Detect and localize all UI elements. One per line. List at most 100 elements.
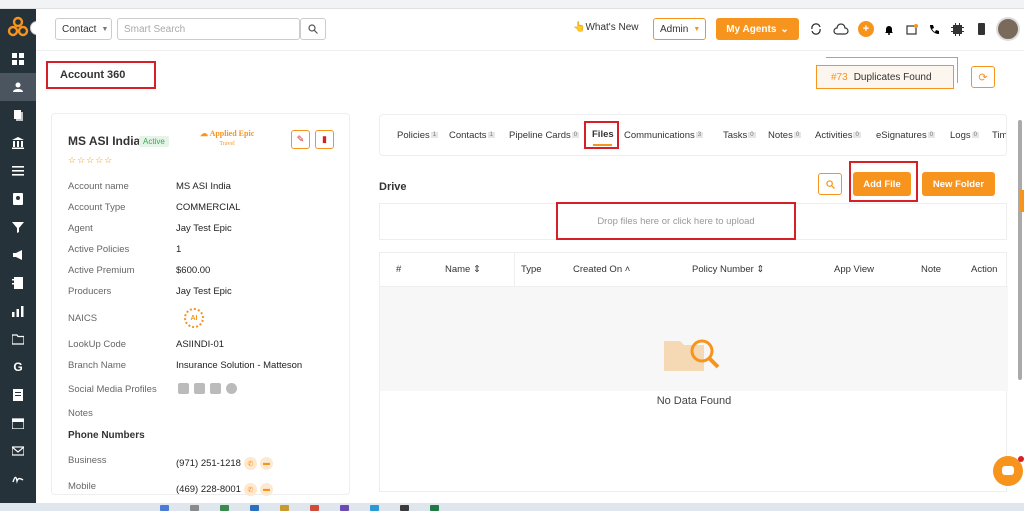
delete-button[interactable]: ▮ <box>315 130 334 149</box>
taskbar-app-icon[interactable] <box>280 505 289 511</box>
tab-activities[interactable]: Activities 0 <box>815 130 861 141</box>
tab-count: 3 <box>695 132 704 139</box>
smart-search-input[interactable]: Smart Search <box>117 18 300 40</box>
column-header-label: Name <box>445 264 471 275</box>
tab-label: Logs <box>950 130 971 141</box>
field-label: Agent <box>68 223 93 234</box>
call-icon[interactable]: ✆ <box>243 457 257 470</box>
cloud-upload-icon[interactable] <box>832 22 850 36</box>
taskbar-app-icon[interactable] <box>220 505 229 511</box>
facebook-icon[interactable] <box>194 383 205 394</box>
whats-new-link[interactable]: 👆What's New <box>573 22 639 33</box>
tab-logs[interactable]: Logs 0 <box>950 130 979 141</box>
phone-number[interactable]: (971) 251-1218 <box>176 458 241 469</box>
search-icon <box>308 24 318 34</box>
edit-button[interactable]: ✎ <box>291 130 310 149</box>
phone-icon[interactable] <box>927 22 941 36</box>
mail-icon[interactable] <box>0 437 36 465</box>
tab-pipeline-cards[interactable]: Pipeline Cards 0 <box>509 130 580 141</box>
twitter-icon[interactable] <box>210 383 221 394</box>
globe-icon[interactable] <box>226 383 237 394</box>
taskbar-app-icon[interactable] <box>310 505 319 511</box>
dropzone-text[interactable]: Drop files here or click here to upload <box>556 216 796 227</box>
megaphone-icon[interactable] <box>0 241 36 269</box>
list-icon[interactable] <box>0 157 36 185</box>
notebook-icon[interactable] <box>0 269 36 297</box>
sheet-icon[interactable] <box>0 381 36 409</box>
duplicates-found-button[interactable]: #73 Duplicates Found <box>816 65 954 89</box>
funnel-icon[interactable] <box>0 213 36 241</box>
google-icon[interactable]: G <box>0 353 36 381</box>
chat-icon[interactable]: ▬ <box>259 483 273 496</box>
my-agents-button[interactable]: My Agents ⌄ <box>716 18 799 40</box>
bell-icon[interactable] <box>882 22 896 36</box>
tab-esignatures[interactable]: eSignatures 0 <box>876 130 936 141</box>
field-label: LookUp Code <box>68 339 127 350</box>
tab-tasks[interactable]: Tasks 0 <box>723 130 756 141</box>
signature-icon[interactable] <box>0 465 36 493</box>
taskbar-app-icon[interactable] <box>190 505 199 511</box>
module-select-value: Contact <box>62 23 97 35</box>
linkedin-icon[interactable] <box>178 383 189 394</box>
add-file-button[interactable]: Add File <box>853 172 911 196</box>
hand-pointer-icon: 👆 <box>573 22 586 33</box>
tab-contacts[interactable]: Contacts 1 <box>449 130 495 141</box>
field-value: ASIINDI-01 <box>176 339 225 350</box>
chevron-down-icon: ▼ <box>101 25 109 33</box>
chevron-down-icon: ⌄ <box>780 23 789 35</box>
column-header-created-on[interactable]: Created On ˄ <box>573 264 630 275</box>
files-table: # Name ⇕ Type Created On ˄ Policy Number… <box>379 252 1008 492</box>
taskbar-app-icon[interactable] <box>370 505 379 511</box>
reports-icon[interactable] <box>0 297 36 325</box>
tab-files[interactable]: Files <box>592 129 614 140</box>
avatar[interactable] <box>996 17 1020 41</box>
column-header-label: Policy Number <box>692 264 754 275</box>
sync-icon[interactable] <box>809 22 823 36</box>
chat-icon[interactable]: ▬ <box>259 457 273 470</box>
page-scrollbar[interactable] <box>1018 120 1022 380</box>
phone-number[interactable]: (469) 228-8001 <box>176 484 241 495</box>
drive-search-button[interactable] <box>818 173 842 195</box>
taskbar-app-icon[interactable] <box>430 505 439 511</box>
tab-count: 1 <box>430 132 439 139</box>
role-select[interactable]: Admin ▼ <box>653 18 706 40</box>
tab-notes[interactable]: Notes 0 <box>768 130 802 141</box>
folder-icon[interactable] <box>0 325 36 353</box>
side-feedback-tab[interactable] <box>1020 190 1024 212</box>
call-icon[interactable]: ✆ <box>243 483 257 496</box>
inbox-icon[interactable] <box>905 22 919 36</box>
rating-stars[interactable]: ☆☆☆☆☆ <box>68 155 113 166</box>
tab-policies[interactable]: Policies 1 <box>397 130 439 141</box>
search-button[interactable] <box>300 18 326 40</box>
taskbar-app-icon[interactable] <box>250 505 259 511</box>
add-icon[interactable]: + <box>858 21 874 37</box>
calendar-icon[interactable] <box>0 409 36 437</box>
documents-icon[interactable] <box>0 101 36 129</box>
device-icon[interactable] <box>974 22 988 36</box>
new-folder-button[interactable]: New Folder <box>922 172 995 196</box>
taskbar-app-icon[interactable] <box>400 505 409 511</box>
tab-label: Activities <box>815 130 853 141</box>
column-header-type[interactable]: Type <box>521 264 542 275</box>
tab-count: 1 <box>487 132 495 139</box>
notification-dot <box>1018 456 1024 462</box>
column-header-policy-number[interactable]: Policy Number ⇕ <box>692 264 764 275</box>
refresh-button[interactable]: ⟳ <box>971 66 995 88</box>
trash-icon: ▮ <box>322 134 327 144</box>
column-header-name[interactable]: Name ⇕ <box>445 264 481 275</box>
field-label: Account Type <box>68 202 126 213</box>
accounts-icon[interactable] <box>0 73 36 101</box>
top-bar: Contact ▼ Smart Search 👆What's New Admin ▼… <box>36 9 1024 51</box>
contact-card-icon[interactable] <box>0 185 36 213</box>
module-select[interactable]: Contact ▼ <box>55 18 112 40</box>
taskbar-app-icon[interactable] <box>340 505 349 511</box>
dashboard-icon[interactable] <box>0 45 36 73</box>
bank-icon[interactable] <box>0 129 36 157</box>
taskbar-app-icon[interactable] <box>160 505 169 511</box>
applied-epic-logo: ☁ Applied Epic Travel <box>200 129 255 147</box>
tab-timeline[interactable]: Tim <box>992 130 1006 141</box>
tab-communications[interactable]: Communications 3 <box>624 130 704 141</box>
naics-ai-icon[interactable]: AI <box>184 308 204 328</box>
account-summary-card: MS ASI India Active ☆☆☆☆☆ ☁ Applied Epic… <box>51 113 350 496</box>
ai-chip-icon[interactable] <box>950 22 964 36</box>
